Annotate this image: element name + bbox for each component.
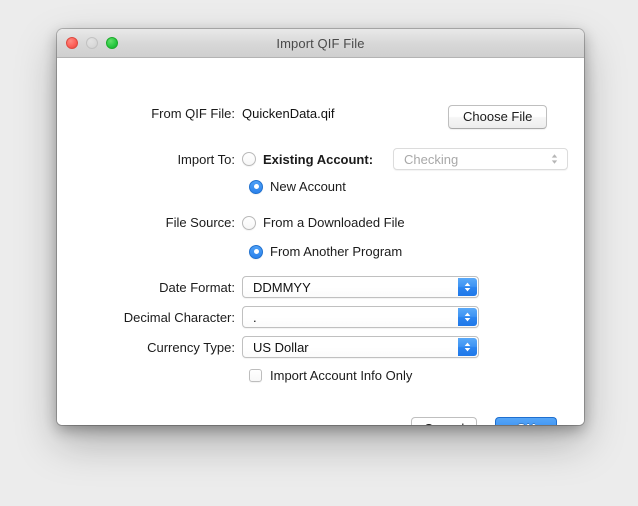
radio-another-program-label: From Another Program (270, 244, 403, 259)
chevron-up-down-icon (458, 338, 477, 356)
minimize-icon (86, 37, 98, 49)
ok-button[interactable]: OK (495, 417, 557, 425)
radio-existing-account[interactable]: Existing Account: (242, 152, 373, 167)
radio-downloaded-file-indicator (242, 215, 256, 230)
decimal-character-label: Decimal Character: (123, 309, 235, 325)
decimal-character-select[interactable]: . (242, 306, 479, 328)
qif-file-label: From QIF File: (151, 106, 235, 121)
new-account-row: New Account (249, 179, 346, 194)
checkbox-indicator (249, 369, 262, 382)
another-program-row: From Another Program (249, 244, 402, 259)
decimal-character-value: . (253, 309, 257, 325)
choose-file-button[interactable]: Choose File (448, 105, 548, 129)
file-source-label: File Source: (165, 215, 235, 230)
existing-account-select: Checking (393, 148, 569, 170)
radio-existing-account-indicator (242, 152, 256, 166)
radio-another-program-indicator (249, 244, 263, 259)
import-qif-dialog: Import QIF File From QIF File: QuickenDa… (57, 29, 584, 425)
date-format-row: Date Format: DDMMYY (107, 276, 479, 298)
currency-type-select[interactable]: US Dollar (242, 336, 479, 358)
dialog-footer: Cancel OK (411, 417, 557, 425)
currency-type-label: Currency Type: (147, 339, 235, 355)
import-to-label: Import To: (177, 151, 235, 167)
chevron-up-down-icon (458, 278, 477, 296)
qif-file-value: QuickenData.qif (242, 106, 335, 121)
currency-type-row: Currency Type: US Dollar (107, 336, 479, 358)
date-format-value: DDMMYY (253, 279, 311, 295)
qif-file-row: From QIF File: QuickenData.qif (107, 106, 335, 121)
chevron-up-down-icon (458, 308, 477, 326)
window-controls (66, 29, 118, 57)
date-format-label: Date Format: (159, 279, 235, 295)
cancel-button[interactable]: Cancel (411, 417, 477, 425)
maximize-icon[interactable] (106, 37, 118, 49)
window-title: Import QIF File (276, 35, 365, 51)
radio-existing-account-label: Existing Account: (263, 151, 374, 167)
chevron-up-down-icon (545, 150, 564, 168)
radio-downloaded-file[interactable]: From a Downloaded File (242, 215, 405, 230)
radio-another-program[interactable]: From Another Program (249, 244, 402, 259)
import-account-info-only-label: Import Account Info Only (270, 368, 413, 383)
close-icon[interactable] (66, 37, 78, 49)
radio-new-account-indicator (249, 179, 263, 194)
window-titlebar[interactable]: Import QIF File (57, 29, 584, 58)
import-account-info-only-checkbox[interactable]: Import Account Info Only (249, 368, 412, 383)
dialog-content: From QIF File: QuickenData.qif Choose Fi… (57, 58, 584, 425)
import-account-info-row: Import Account Info Only (249, 368, 412, 383)
radio-downloaded-file-label: From a Downloaded File (263, 215, 405, 230)
currency-type-value: US Dollar (253, 339, 309, 355)
radio-new-account[interactable]: New Account (249, 179, 346, 194)
file-source-row: File Source: From a Downloaded File (107, 215, 405, 230)
date-format-select[interactable]: DDMMYY (242, 276, 479, 298)
decimal-character-row: Decimal Character: . (107, 306, 479, 328)
import-to-row: Import To: Existing Account: Checking (107, 148, 569, 170)
existing-account-value: Checking (404, 151, 459, 167)
radio-new-account-label: New Account (270, 179, 346, 194)
